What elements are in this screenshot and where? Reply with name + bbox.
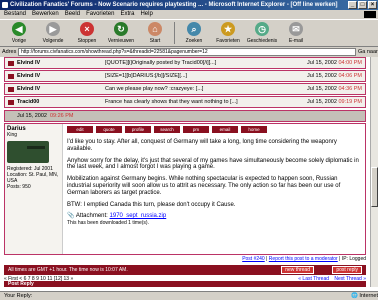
- post-body: Darius King Registered: Jul 2001 Locatio…: [4, 123, 366, 255]
- attachment: 📎 Attachment: 1970_sept_russia.zip This …: [67, 213, 361, 227]
- menu-edit[interactable]: Bewerken: [32, 10, 59, 19]
- status-bar: Your Reply: 🌐 Internet: [0, 291, 378, 300]
- thread-row-excerpt[interactable]: [SIZE=1][b]DARIUS:[/b][/SIZE][...]: [105, 73, 291, 79]
- home-button[interactable]: ⌂ Start: [138, 20, 172, 46]
- ie-app-icon: [2, 2, 8, 8]
- post-user-rank: King: [7, 132, 18, 138]
- thread-row[interactable]: Elvind IV [SIZE=1][b]DARIUS:[/b][/SIZE][…: [4, 70, 366, 82]
- post-date: Jul 15, 2002: [17, 113, 47, 119]
- post-number-link[interactable]: Post #240: [242, 256, 265, 262]
- menu-bar: Bestand Bewerken Beeld Favorieten Extra …: [0, 10, 378, 19]
- favorites-button[interactable]: ★ Favorieten: [211, 20, 245, 46]
- post-header: Jul 15, 2002 09:26 PM: [4, 110, 366, 122]
- forward-icon: ▶: [46, 22, 60, 36]
- back-button[interactable]: ◀ Vorige: [2, 20, 36, 46]
- back-icon: ◀: [12, 22, 26, 36]
- address-bar: Adres http://forums.civfanatics.com/show…: [0, 47, 378, 57]
- thread-row-excerpt[interactable]: Can we please play now? :crazyeye: [...]: [105, 86, 291, 92]
- timezone-note: All times are GMT +1 hour. The time now …: [8, 267, 128, 273]
- menu-help[interactable]: Help: [140, 10, 152, 19]
- menu-tools[interactable]: Extra: [120, 10, 134, 19]
- post-user-posts: Posts: 950: [7, 184, 31, 190]
- window-title-bar: Civilization Fanatics' Forums - Now Scen…: [0, 0, 378, 10]
- address-input[interactable]: http://forums.civfanatics.com/showthread…: [18, 48, 356, 56]
- favorites-icon: ★: [221, 22, 235, 36]
- search-button[interactable]: ⌕ Zoeken: [177, 20, 211, 46]
- profile-button[interactable]: profile: [125, 126, 151, 133]
- user-avatar: [7, 141, 49, 163]
- post-user-location: Location: St. Paul, MN, USA: [7, 172, 59, 184]
- scrollbar-thumb[interactable]: [371, 167, 378, 207]
- post-reply-button[interactable]: post reply: [332, 266, 362, 274]
- refresh-button[interactable]: ↻ Vernieuwen: [104, 20, 138, 46]
- paperclip-icon: 📎: [67, 213, 75, 220]
- email-button[interactable]: email: [212, 126, 238, 133]
- history-button[interactable]: ◷ Geschiedenis: [245, 20, 279, 46]
- stop-icon: ×: [80, 22, 94, 36]
- menu-view[interactable]: Beeld: [65, 10, 80, 19]
- post-message: edit quote profile search pm email home …: [63, 124, 365, 254]
- thread-row-date: Jul 15, 2002 04:00 PM: [306, 60, 362, 66]
- menu-favorites[interactable]: Favorieten: [86, 10, 114, 19]
- window-title: Civilization Fanatics' Forums - Now Scen…: [10, 2, 338, 8]
- thread-row-author[interactable]: Elvind IV: [5, 60, 105, 66]
- maximize-button[interactable]: □: [358, 1, 367, 9]
- mail-button[interactable]: ✉ E-mail: [279, 20, 313, 46]
- post-time: 09:26 PM: [49, 113, 74, 119]
- thread-row-date: Jul 15, 2002 09:19 PM: [306, 99, 362, 105]
- quick-reply-header: Post Reply: [4, 281, 366, 287]
- toolbar: ◀ Vorige ▶ Volgende × Stoppen ↻ Vernieuw…: [0, 19, 378, 47]
- thread-row[interactable]: Elvind IV [QUOTE][i]Originally posted by…: [4, 57, 366, 69]
- mail-icon: ✉: [289, 22, 303, 36]
- thread-row-author[interactable]: Elvind IV: [5, 73, 105, 79]
- vertical-scrollbar[interactable]: [370, 57, 378, 287]
- thread-footer-bar: All times are GMT +1 hour. The time now …: [4, 265, 366, 275]
- new-thread-button[interactable]: new thread: [281, 266, 314, 274]
- thread-row-excerpt[interactable]: France has clearly shows that they want …: [105, 99, 291, 105]
- quote-post-button[interactable]: quote: [96, 126, 122, 133]
- post-paragraph: Anyhow sorry for the delay, it's just th…: [67, 157, 359, 171]
- security-zone: 🌐 Internet: [350, 293, 378, 299]
- minimize-button[interactable]: _: [348, 1, 357, 9]
- page-content: Elvind IV [QUOTE][i]Originally posted by…: [0, 57, 370, 287]
- edit-post-button[interactable]: edit: [67, 126, 93, 133]
- thread-row[interactable]: Elvind IV Can we please play now? :crazy…: [4, 83, 366, 95]
- windows-logo-icon: [364, 11, 376, 18]
- post-footer-links: Post #240 | Report this post to a modera…: [242, 256, 366, 262]
- forward-button[interactable]: ▶ Volgende: [36, 20, 70, 46]
- close-button[interactable]: ×: [368, 1, 377, 9]
- thread-row-excerpt[interactable]: [QUOTE][i]Originally posted by Tracid00[…: [105, 60, 291, 66]
- go-button[interactable]: Ga naar: [358, 48, 378, 56]
- attachment-link[interactable]: 1970_sept_russia.zip: [110, 213, 167, 219]
- home-icon: ⌂: [148, 22, 162, 36]
- search-icon: ⌕: [187, 22, 201, 36]
- refresh-icon: ↻: [114, 22, 128, 36]
- thread-row-date: Jul 15, 2002 04:36 PM: [306, 86, 362, 92]
- menu-file[interactable]: Bestand: [4, 10, 26, 19]
- post-action-buttons: edit quote profile search pm email home: [67, 126, 361, 133]
- toolbar-separator: [174, 22, 175, 44]
- post-paragraph: BTW: I emptied Canada this turn, please …: [67, 201, 236, 208]
- search-posts-button[interactable]: search: [154, 126, 180, 133]
- post-paragraph: Mobilization against Germany begins. Whi…: [67, 176, 341, 196]
- stop-button[interactable]: × Stoppen: [70, 20, 104, 46]
- address-label: Adres: [2, 49, 17, 55]
- post-user-panel: Darius King Registered: Jul 2001 Locatio…: [5, 124, 63, 254]
- thread-row-author[interactable]: Tracid00: [5, 99, 105, 105]
- history-icon: ◷: [255, 22, 269, 36]
- thread-row[interactable]: Tracid00 France has clearly shows that t…: [4, 96, 366, 108]
- globe-icon: 🌐: [350, 293, 358, 299]
- pm-button[interactable]: pm: [183, 126, 209, 133]
- status-text: Your Reply:: [4, 293, 33, 299]
- homepage-button[interactable]: home: [241, 126, 267, 133]
- thread-row-author[interactable]: Elvind IV: [5, 86, 105, 92]
- thread-row-date: Jul 15, 2002 04:06 PM: [306, 73, 362, 79]
- post-paragraph: I'd like you to stay. After all, conques…: [67, 139, 337, 152]
- ip-logged: IP: Logged: [341, 256, 366, 262]
- attachment-info: This has been downloaded 1 time(s).: [67, 220, 149, 227]
- report-post-link[interactable]: Report this post to a moderator: [269, 256, 338, 262]
